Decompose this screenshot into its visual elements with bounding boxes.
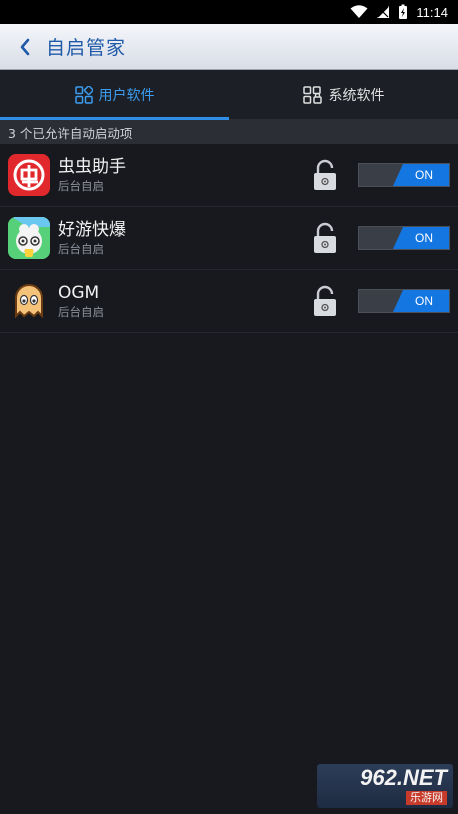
list-item: 好游快爆 后台自启 ON [0, 207, 458, 270]
unlock-icon[interactable] [312, 222, 338, 254]
tab-bar: 用户软件 系统软件 [0, 70, 458, 120]
unlock-icon[interactable] [312, 159, 338, 191]
watermark-top: 962.NET [360, 765, 447, 790]
wifi-icon [350, 5, 368, 18]
app-subtitle: 后台自启 [58, 179, 104, 193]
app-list: 虫虫助手 后台自启 ON 好游快爆 后台自启 ON OGM 后台自启 ON [0, 144, 458, 333]
list-item: 虫虫助手 后台自启 ON [0, 144, 458, 207]
watermark-logo: 962.NET 乐游网 [317, 764, 453, 808]
app-name: 虫虫助手 [58, 157, 126, 177]
toggle-state-label: ON [393, 227, 449, 249]
system-apps-icon [302, 85, 322, 104]
list-item: OGM 后台自启 ON [0, 270, 458, 333]
toggle-state-label: ON [393, 290, 449, 312]
autostart-toggle[interactable]: ON [358, 226, 450, 250]
unlock-icon[interactable] [312, 285, 338, 317]
haoyou-app-icon [8, 217, 50, 259]
user-apps-icon [74, 85, 93, 104]
autostart-toggle[interactable]: ON [358, 163, 450, 187]
tab-system-apps[interactable]: 系统软件 [229, 70, 458, 119]
app-name: OGM [58, 283, 100, 303]
app-name: 好游快爆 [58, 220, 126, 240]
toggle-state-label: ON [393, 164, 449, 186]
page-title: 自启管家 [46, 37, 127, 59]
tab-user-apps[interactable]: 用户软件 [0, 70, 229, 120]
section-header: 3 个已允许自动启动项 [0, 120, 458, 144]
ogm-app-icon [8, 280, 50, 322]
chevron-left-icon [20, 38, 30, 55]
signal-icon [377, 6, 390, 18]
chongchong-app-icon [8, 154, 50, 196]
battery-icon [399, 4, 408, 19]
autostart-toggle[interactable]: ON [358, 289, 450, 313]
back-button[interactable] [14, 32, 36, 62]
status-bar: 11:14 [0, 0, 458, 24]
app-subtitle: 后台自启 [58, 242, 104, 256]
tab-system-apps-label: 系统软件 [328, 87, 385, 104]
watermark-bottom: 乐游网 [406, 791, 447, 805]
app-subtitle: 后台自启 [58, 305, 104, 319]
title-bar: 自启管家 [0, 24, 458, 70]
tab-user-apps-label: 用户软件 [98, 87, 155, 104]
status-time: 11:14 [416, 4, 448, 20]
